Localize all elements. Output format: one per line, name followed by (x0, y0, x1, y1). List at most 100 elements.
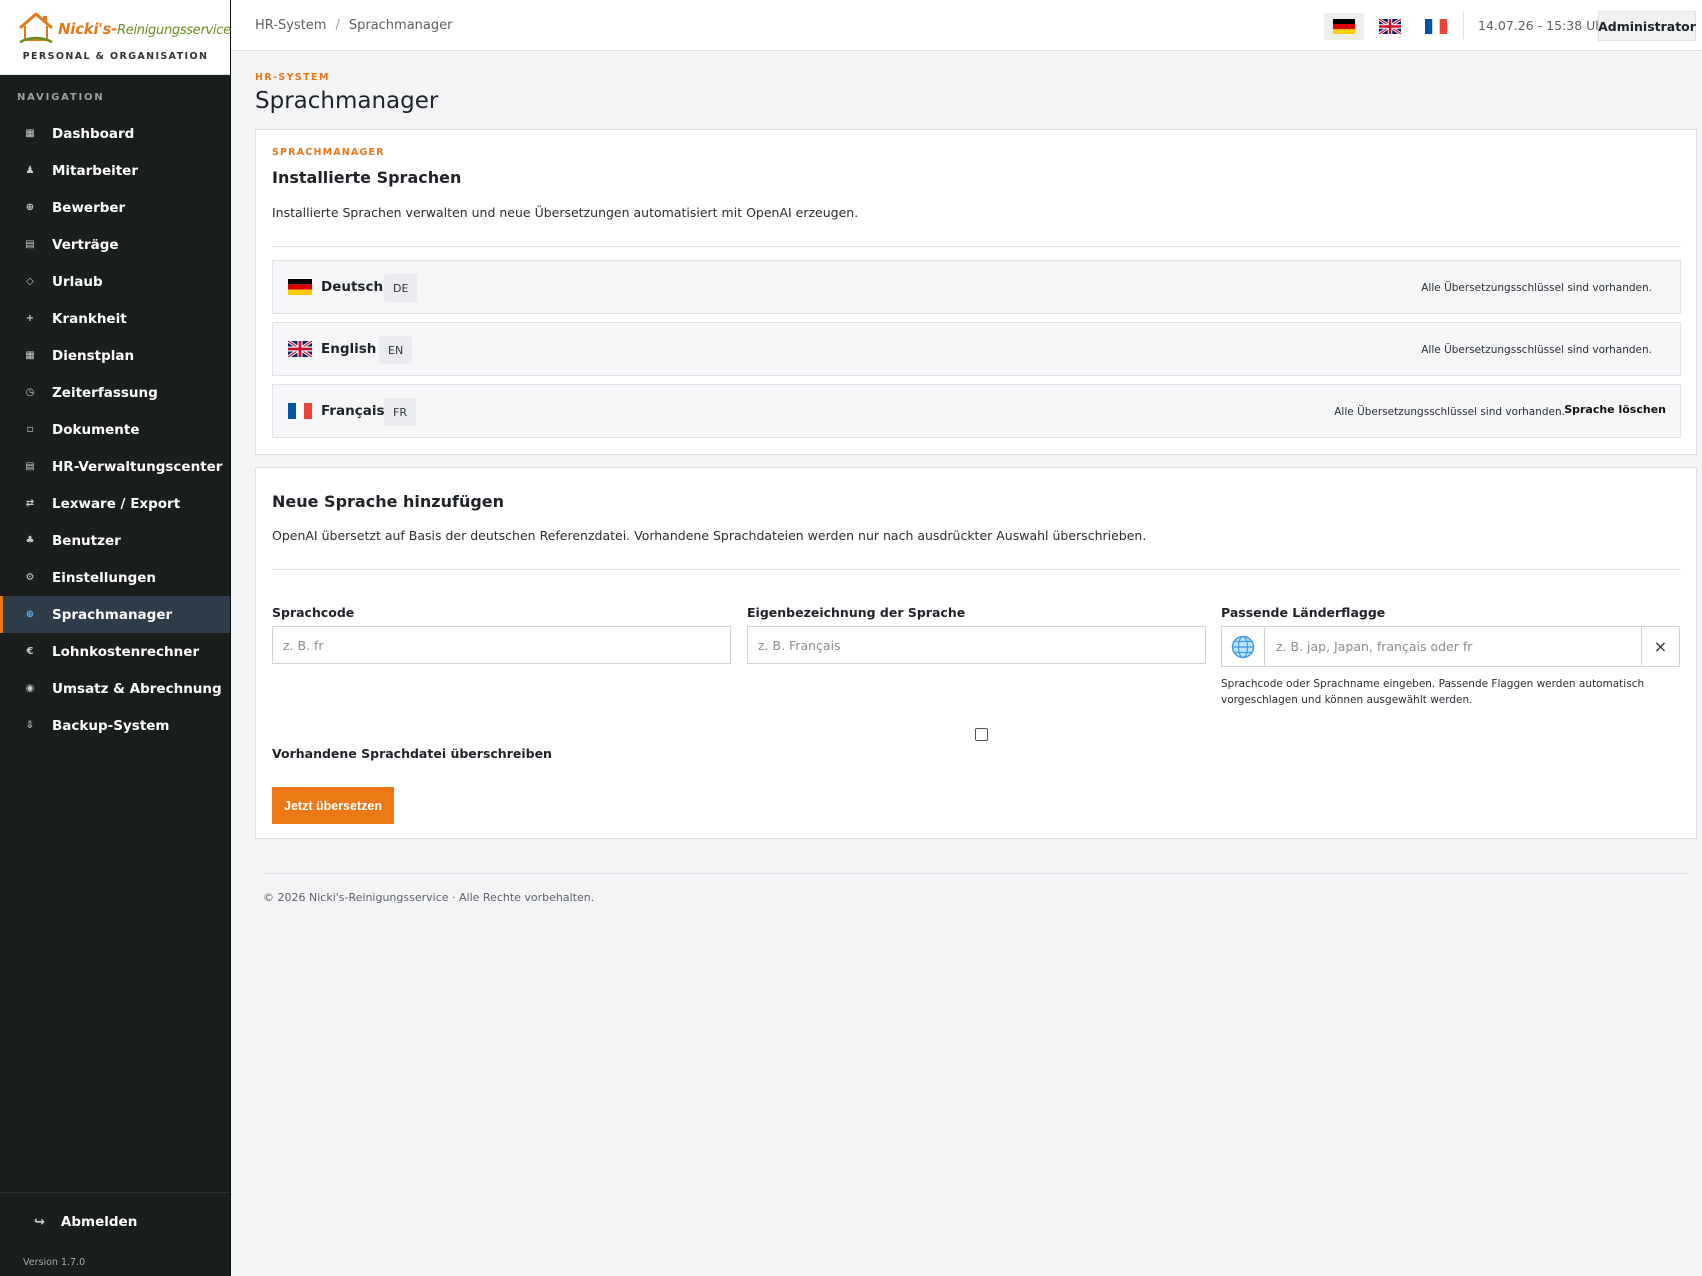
card-description: OpenAI übersetzt auf Basis der deutschen… (272, 528, 1147, 543)
de-flag-icon (288, 279, 312, 295)
language-row-fr: Français FR Alle Übersetzungsschlüssel s… (272, 384, 1681, 438)
language-code-badge: DE (384, 274, 418, 302)
language-fr-button[interactable] (1416, 13, 1456, 40)
nav-title: NAVIGATION (17, 92, 105, 103)
sidebar-footer: ↪ Abmelden Version 1.7.0 (0, 1192, 230, 1276)
card-title: Neue Sprache hinzufügen (272, 492, 505, 511)
brand[interactable]: Nicki's-Reinigungsservice PERSONAL & ORG… (0, 0, 231, 75)
diamond-icon: ◇ (26, 276, 34, 287)
language-status: Alle Übersetzungsschlüssel sind vorhande… (1421, 282, 1652, 294)
flag-picker-label: Passende Länderflagge (1221, 605, 1386, 620)
document-icon: ▫ (26, 424, 34, 435)
language-name-input[interactable] (747, 626, 1206, 664)
users-icon: ♣ (25, 535, 35, 546)
sidebar-item-bewerber[interactable]: ⊕ Bewerber (0, 189, 230, 226)
fr-flag-icon (288, 403, 312, 419)
card-description: Installierte Sprachen verwalten und neue… (272, 205, 859, 220)
language-row-de: Deutsch DE Alle Übersetzungsschlüssel si… (272, 260, 1681, 314)
app-version: Version 1.7.0 (23, 1257, 86, 1268)
language-name: Français (321, 403, 385, 419)
sidebar-item-mitarbeiter[interactable]: ♟ Mitarbeiter (0, 152, 230, 189)
language-row-en: English EN Alle Übersetzungsschlüssel si… (272, 322, 1681, 376)
page-title: Sprachmanager (255, 88, 439, 114)
sidebar-item-dokumente[interactable]: ▫ Dokumente (0, 411, 230, 448)
contract-icon: ▤ (25, 239, 35, 250)
sidebar-item-urlaub[interactable]: ◇ Urlaub (0, 263, 230, 300)
globe-icon: ⊕ (25, 609, 35, 620)
gear-icon: ⚙ (25, 572, 35, 583)
sidebar-item-backup-system[interactable]: ⇩ Backup-System (0, 707, 230, 744)
logout-button[interactable]: ↪ Abmelden (34, 1214, 137, 1230)
admin-icon: ▤ (25, 461, 35, 472)
flag-search-input[interactable] (1266, 627, 1636, 666)
card-divider (272, 569, 1681, 570)
sidebar-item-krankheit[interactable]: + Krankheit (0, 300, 230, 337)
datetime-display: 14.07.26 - 15:38 Uhr (1478, 18, 1609, 33)
language-code-badge: EN (379, 336, 413, 364)
gb-flag-icon (288, 341, 312, 357)
gb-flag-icon (1379, 19, 1401, 34)
flag-picker-hint: Sprachcode oder Sprachname eingeben. Pas… (1221, 678, 1645, 706)
target-icon: ◉ (25, 683, 35, 694)
breadcrumb-separator: / (335, 18, 340, 33)
logout-icon: ↪ (34, 1214, 45, 1230)
breadcrumb-item-hr-system[interactable]: HR-System (255, 18, 326, 33)
language-code-badge: FR (384, 398, 416, 426)
topbar: HR-System / Sprachmanager 14.07.26 - 15:38… (231, 0, 1702, 51)
language-name: Deutsch (321, 279, 384, 295)
de-flag-icon (1333, 19, 1355, 34)
language-code-input[interactable] (272, 626, 731, 664)
card-eyebrow: SPRACHMANAGER (272, 147, 385, 158)
sidebar-item-umsatz-abrechnung[interactable]: ◉ Umsatz & Abrechnung (0, 670, 230, 707)
card-title: Installierte Sprachen (272, 168, 462, 187)
sidebar-item-hr-verwaltungscenter[interactable]: ▤ HR-Verwaltungscenter (0, 448, 230, 485)
sidebar-item-sprachmanager[interactable]: ⊕ Sprachmanager (0, 596, 230, 633)
topbar-divider (1463, 12, 1464, 39)
sidebar-item-lexware-export[interactable]: ⇄ Lexware / Export (0, 485, 230, 522)
euro-icon: € (26, 646, 34, 657)
clear-flag-button[interactable]: × (1641, 627, 1679, 666)
translate-now-button[interactable]: Jetzt übersetzen (272, 787, 394, 824)
plus-icon: + (25, 313, 35, 324)
sidebar-item-dienstplan[interactable]: ▦ Dienstplan (0, 337, 230, 374)
sidebar-item-vertraege[interactable]: ▤ Verträge (0, 226, 230, 263)
language-switcher (1324, 13, 1456, 40)
footer-divider (263, 873, 1688, 874)
overwrite-label: Vorhandene Sprachdatei überschreiben (272, 746, 552, 761)
installed-languages-card: SPRACHMANAGER Installierte Sprachen Inst… (255, 129, 1697, 455)
person-icon: ♟ (25, 165, 35, 176)
language-status: Alle Übersetzungsschlüssel sind vorhande… (1421, 344, 1652, 356)
page-eyebrow: HR-SYSTEM (255, 72, 330, 83)
language-status: Alle Übersetzungsschlüssel sind vorhande… (1334, 406, 1565, 418)
brand-subtitle: PERSONAL & ORGANISATION (22, 51, 209, 62)
language-de-button[interactable] (1324, 13, 1364, 40)
language-name: English (321, 341, 377, 357)
house-logo-icon (19, 12, 53, 44)
globe-icon (1222, 627, 1265, 666)
language-name-label: Eigenbezeichnung der Sprache (747, 605, 966, 620)
footer-copyright: © 2026 Nicki's-Reinigungsservice · Alle … (263, 891, 595, 904)
card-divider (272, 246, 1681, 247)
overwrite-checkbox[interactable] (975, 728, 988, 741)
breadcrumb-item-current: Sprachmanager (348, 18, 453, 33)
user-menu-button[interactable]: Administrator (1598, 11, 1696, 41)
flag-picker: × (1221, 626, 1680, 667)
clock-icon: ◷ (25, 387, 35, 398)
delete-language-button[interactable]: Sprache löschen (1564, 403, 1666, 416)
sidebar-item-lohnkostenrechner[interactable]: € Lohnkostenrechner (0, 633, 230, 670)
breadcrumb: HR-System / Sprachmanager (255, 18, 452, 33)
download-icon: ⇩ (25, 720, 35, 731)
sidebar-item-zeiterfassung[interactable]: ◷ Zeiterfassung (0, 374, 230, 411)
add-language-card: Neue Sprache hinzufügen OpenAI übersetzt… (255, 467, 1697, 839)
sidebar-item-einstellungen[interactable]: ⚙ Einstellungen (0, 559, 230, 596)
language-en-button[interactable] (1370, 13, 1410, 40)
sidebar-item-benutzer[interactable]: ♣ Benutzer (0, 522, 230, 559)
nav-list: ▦ Dashboard ♟ Mitarbeiter ⊕ Bewerber ▤ Vertr… (0, 115, 230, 744)
fr-flag-icon (1425, 19, 1447, 34)
brand-name: Nicki's-Reinigungsservice (58, 20, 231, 38)
sidebar-item-dashboard[interactable]: ▦ Dashboard (0, 115, 230, 152)
language-code-label: Sprachcode (272, 605, 355, 620)
sidebar: Nicki's-Reinigungsservice PERSONAL & ORG… (0, 0, 231, 1276)
grid-icon: ▦ (25, 128, 35, 139)
circle-user-icon: ⊕ (25, 202, 35, 213)
